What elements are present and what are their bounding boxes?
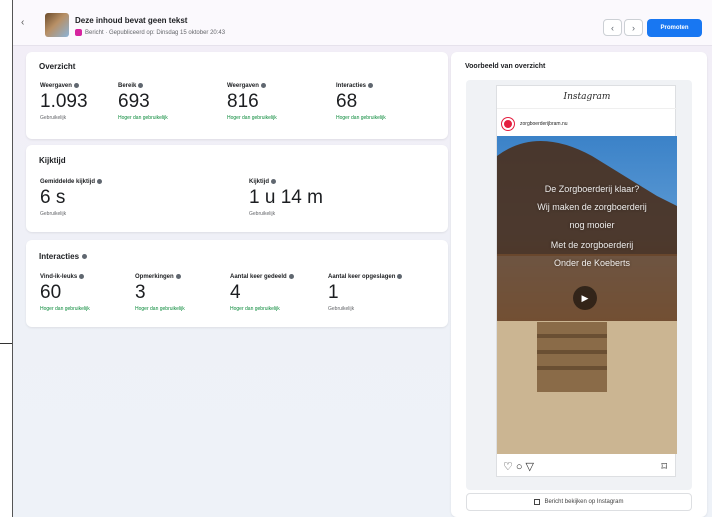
info-icon[interactable] [260, 83, 266, 88]
metric-value: 4 [230, 282, 241, 304]
instagram-post-mockup: Instagram zorgboerderijbram.nu De Zorgbo… [496, 85, 677, 477]
post-thumbnail [45, 13, 69, 37]
post-actions: ♡○▽ [503, 460, 537, 473]
share-icon[interactable]: ▽ [526, 461, 537, 473]
comment-icon[interactable]: ○ [516, 461, 526, 473]
metric-avg-watchtime: Gemiddelde kijktijd 6 s Gebruikelijk [40, 179, 103, 218]
divider-line [0, 343, 12, 344]
metric-badge: Gebruikelijk [249, 211, 276, 218]
roof-shape [497, 141, 677, 256]
metric-value: 3 [135, 282, 146, 304]
post-preview-panel: Voorbeeld van overzicht Instagram zorgbo… [451, 52, 707, 517]
account-avatar [502, 118, 514, 130]
overlay-text: Onder de Koeberts [553, 258, 631, 268]
overlay-text: nog mooier [569, 220, 615, 230]
overlay-text: De Zorgboerderij klaar? [544, 184, 640, 194]
metric-value: 1 [328, 282, 339, 304]
bookmark-icon[interactable]: ⌑ [661, 460, 667, 473]
metric-label: Vind-ik-leuks [40, 274, 90, 280]
metric-badge: Gebruikelijk [328, 306, 355, 313]
metric-label: Interacties [336, 83, 386, 89]
info-icon[interactable] [97, 179, 103, 184]
interactions-title: Interacties [39, 252, 88, 261]
divider [497, 108, 677, 109]
metric-value: 1 u 14 m [249, 187, 323, 209]
info-icon[interactable] [79, 274, 85, 279]
info-icon[interactable] [271, 179, 277, 184]
back-arrow-icon[interactable]: ‹ [21, 17, 24, 28]
watchtime-card: Kijktijd Gemiddelde kijktijd 6 s Gebruik… [26, 145, 448, 232]
view-on-instagram-label: Bericht bekijken op Instagram [544, 499, 624, 505]
post-media[interactable]: De Zorgboerderij klaar? Wij maken de zor… [497, 136, 677, 454]
metric-views-secondary: Weergaven 816 Hoger dan gebruikelijk [227, 83, 277, 121]
view-on-instagram-button[interactable]: Bericht bekijken op Instagram [466, 493, 692, 511]
metric-badge: Gebruikelijk [40, 211, 67, 218]
post-meta: Bericht · Gepubliceerd op: Dinsdag 15 ok… [75, 29, 225, 36]
interactions-card: Interacties Vind-ik-leuks 60 Hoger dan g… [26, 240, 448, 327]
preview-frame: Instagram zorgboerderijbram.nu De Zorgbo… [466, 80, 692, 490]
metric-value: 816 [227, 91, 259, 113]
metric-value: 1.093 [40, 91, 88, 113]
info-icon[interactable] [397, 274, 403, 279]
crate-slat [537, 334, 607, 338]
metric-value: 68 [336, 91, 358, 113]
metric-label: Kijktijd [249, 179, 323, 185]
overview-card: Overzicht Weergaven 1.093 Gebruikelijk B… [26, 52, 448, 139]
metric-total-watchtime: Kijktijd 1 u 14 m Gebruikelijk [249, 179, 323, 217]
metric-label: Aantal keer opgeslagen [328, 274, 403, 280]
metric-label: Weergaven [40, 83, 88, 89]
promote-button[interactable]: Promoten [647, 19, 702, 37]
metric-value: 6 s [40, 187, 66, 209]
wooden-crate [537, 322, 607, 392]
metric-value: 60 [40, 282, 62, 304]
metric-comments: Opmerkingen 3 Hoger dan gebruikelijk [135, 274, 185, 312]
insights-page: ‹ Deze inhoud bevat geen tekst Bericht ·… [12, 0, 712, 517]
instagram-icon [75, 29, 82, 36]
metric-reach: Bereik 693 Hoger dan gebruikelijk [118, 83, 168, 121]
info-icon[interactable] [175, 274, 181, 279]
crate-slat [537, 350, 607, 354]
metric-badge: Gebruikelijk [40, 115, 67, 122]
overlay-text: Met de zorgboerderij [550, 240, 634, 250]
watchtime-title: Kijktijd [39, 156, 66, 165]
metric-interactions: Interacties 68 Hoger dan gebruikelijk [336, 83, 386, 121]
metric-badge: Hoger dan gebruikelijk [230, 306, 280, 313]
previous-post-button[interactable]: ‹ [603, 19, 622, 36]
metric-badge: Hoger dan gebruikelijk [118, 115, 168, 122]
post-meta-text: Bericht · Gepubliceerd op: Dinsdag 15 ok… [85, 29, 226, 36]
overview-title: Overzicht [39, 62, 76, 71]
page-header: ‹ Deze inhoud bevat geen tekst Bericht ·… [13, 0, 712, 46]
metric-label: Aantal keer gedeeld [230, 274, 294, 280]
info-icon[interactable] [288, 274, 294, 279]
metric-badge: Hoger dan gebruikelijk [336, 115, 386, 122]
metric-badge: Hoger dan gebruikelijk [40, 306, 90, 313]
metric-value: 693 [118, 91, 150, 113]
metric-label: Weergaven [227, 83, 277, 89]
metric-saves: Aantal keer opgeslagen 1 Gebruikelijk [328, 274, 403, 313]
next-post-button[interactable]: › [624, 19, 643, 36]
crate-slat [537, 366, 607, 370]
overlay-text: Wij maken de zorgboerderij [537, 202, 647, 212]
external-link-icon [534, 499, 541, 505]
metric-label: Opmerkingen [135, 274, 185, 280]
metric-views: Weergaven 1.093 Gebruikelijk [40, 83, 88, 121]
info-icon[interactable] [73, 83, 79, 88]
info-icon[interactable] [138, 83, 144, 88]
metric-badge: Hoger dan gebruikelijk [135, 306, 185, 313]
account-name: zorgboerderijbram.nu [520, 121, 568, 127]
preview-title: Voorbeeld van overzicht [465, 63, 546, 70]
heart-icon[interactable]: ♡ [503, 461, 516, 473]
instagram-logo: Instagram [563, 92, 611, 102]
metric-badge: Hoger dan gebruikelijk [227, 115, 277, 122]
play-icon[interactable]: ▶ [573, 286, 597, 310]
post-title: Deze inhoud bevat geen tekst [75, 16, 188, 25]
metric-shares: Aantal keer gedeeld 4 Hoger dan gebruike… [230, 274, 294, 312]
metric-likes: Vind-ik-leuks 60 Hoger dan gebruikelijk [40, 274, 90, 312]
info-icon[interactable] [368, 83, 374, 88]
info-icon[interactable] [82, 254, 88, 260]
metric-label: Bereik [118, 83, 168, 89]
metric-label: Gemiddelde kijktijd [40, 179, 103, 185]
